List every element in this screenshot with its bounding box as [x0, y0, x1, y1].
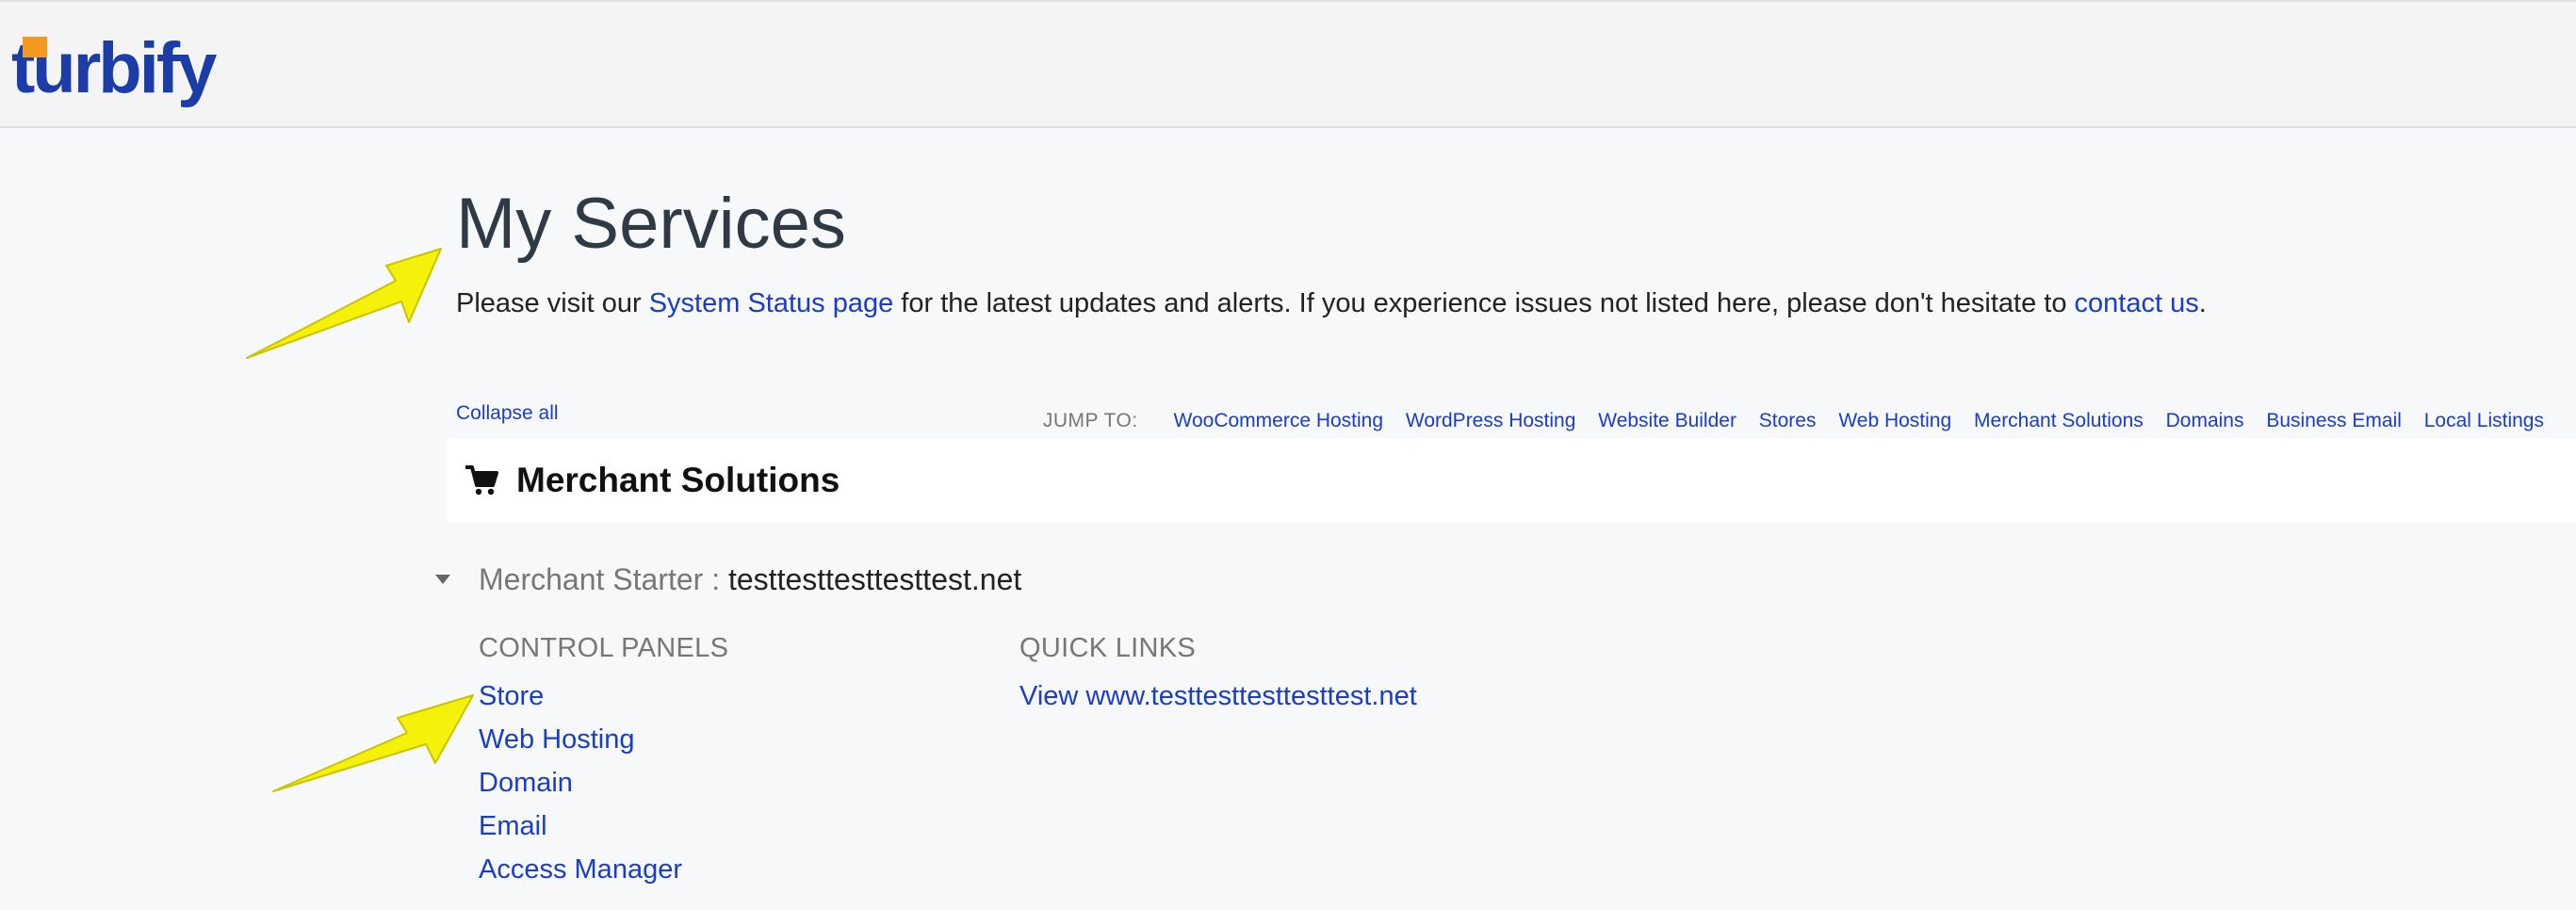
- jump-link-business-email[interactable]: Business Email: [2266, 410, 2402, 431]
- collapse-all-link[interactable]: Collapse all: [456, 399, 559, 428]
- section-header-merchant-solutions: Merchant Solutions: [447, 438, 2576, 523]
- control-panel-web-hosting-link[interactable]: Web Hosting: [479, 718, 728, 761]
- jump-link-local-listings[interactable]: Local Listings: [2424, 410, 2544, 431]
- system-status-link[interactable]: System Status page: [649, 288, 894, 318]
- jump-link-woocommerce-hosting[interactable]: WooCommerce Hosting: [1174, 410, 1384, 431]
- turbify-logo[interactable]: turbify: [11, 26, 219, 111]
- intro-text: Please visit our System Status page for …: [456, 284, 2207, 322]
- quick-links-column: QUICK LINKS View www.testtesttesttesttes…: [1019, 629, 1417, 718]
- jump-to-nav: JUMP TO: WooCommerce Hosting WordPress H…: [1043, 407, 2548, 435]
- control-panels-heading: CONTROL PANELS: [479, 633, 729, 663]
- control-panel-email-link[interactable]: Email: [479, 804, 728, 848]
- control-panel-domain-link[interactable]: Domain: [479, 761, 728, 804]
- jump-link-wordpress-hosting[interactable]: WordPress Hosting: [1406, 410, 1576, 431]
- logo-accent-mark: [23, 37, 47, 57]
- jump-link-web-hosting[interactable]: Web Hosting: [1838, 410, 1951, 431]
- plan-name: Merchant Starter :: [479, 562, 721, 596]
- quick-link-view-site[interactable]: View www.testtesttesttesttest.net: [1019, 674, 1417, 718]
- jump-link-merchant-solutions[interactable]: Merchant Solutions: [1974, 410, 2144, 431]
- annotation-arrow-icon: [272, 694, 474, 792]
- intro-before: Please visit our: [456, 288, 649, 318]
- contact-us-link[interactable]: contact us: [2075, 288, 2199, 318]
- intro-middle: for the latest updates and alerts. If yo…: [893, 288, 2075, 318]
- control-panel-store-link[interactable]: Store: [479, 674, 728, 718]
- quick-links-heading: QUICK LINKS: [1019, 633, 1197, 663]
- control-panel-access-manager-link[interactable]: Access Manager: [479, 848, 728, 891]
- page-title: My Services: [456, 184, 846, 264]
- control-panels-column: CONTROL PANELS Store Web Hosting Domain …: [479, 629, 728, 891]
- jump-to-label: JUMP TO:: [1042, 410, 1138, 431]
- jump-link-stores[interactable]: Stores: [1759, 410, 1817, 431]
- jump-link-domains[interactable]: Domains: [2166, 410, 2244, 431]
- cart-icon: [465, 465, 498, 496]
- plan-domain: testtesttesttesttest.net: [727, 562, 1022, 596]
- caret-down-icon[interactable]: [433, 573, 452, 586]
- intro-after: .: [2198, 288, 2207, 318]
- annotation-arrow-icon: [246, 248, 442, 359]
- jump-link-website-builder[interactable]: Website Builder: [1598, 410, 1736, 431]
- site-header: turbify: [0, 0, 2576, 128]
- plan-title: Merchant Starter : testtesttesttesttest.…: [479, 560, 1021, 599]
- section-title: Merchant Solutions: [516, 461, 840, 499]
